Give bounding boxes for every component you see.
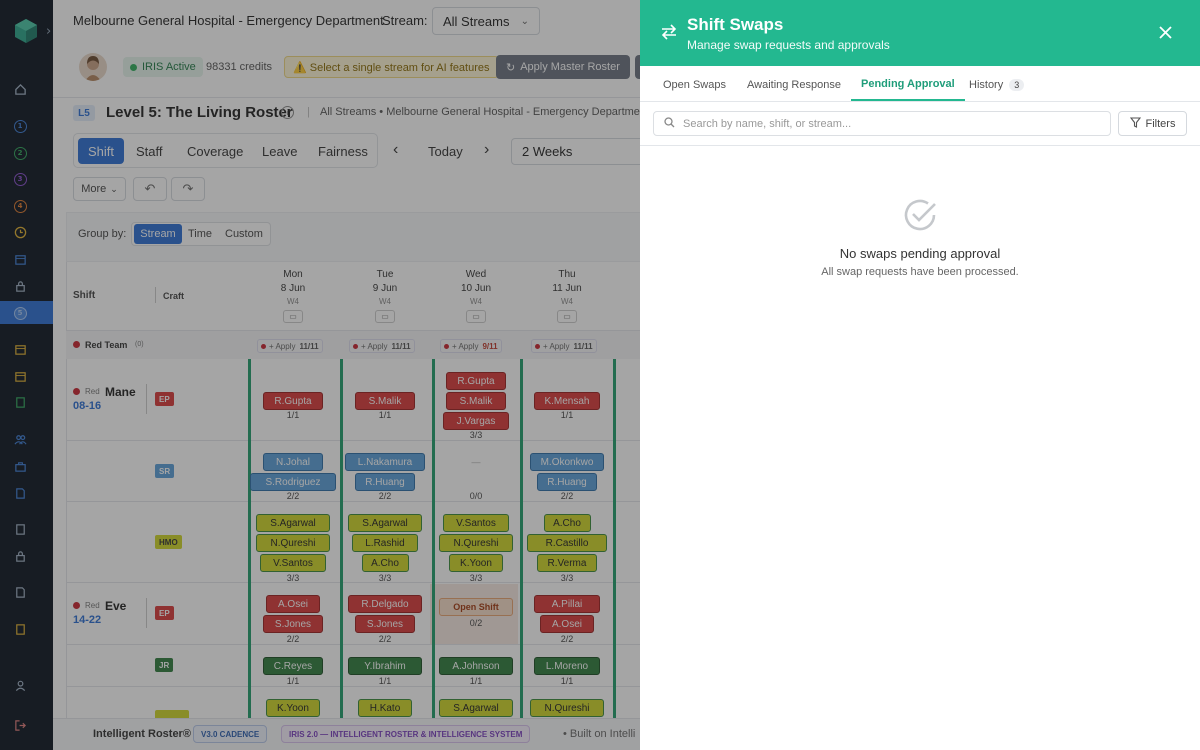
check-circle-icon [901,196,939,237]
swap-arrows-icon [660,23,678,44]
search-placeholder: Search by name, shift, or stream... [683,117,852,130]
tab-history[interactable]: History 3 [969,68,1025,101]
close-icon[interactable] [1159,26,1172,42]
filters-button[interactable]: Filters [1118,111,1187,136]
swap-search-input[interactable]: Search by name, shift, or stream... [653,111,1111,136]
search-icon [664,116,675,131]
empty-state-subtitle: All swap requests have been processed. [821,266,1019,278]
tab-open-swaps[interactable]: Open Swaps [663,68,726,101]
panel-title: Shift Swaps [687,15,784,34]
shift-swaps-panel: Shift Swaps Manage swap requests and app… [640,0,1200,750]
panel-header: Shift Swaps Manage swap requests and app… [640,0,1200,66]
history-count-badge: 3 [1009,78,1025,91]
panel-subtitle: Manage swap requests and approvals [687,38,890,52]
modal-overlay[interactable] [0,0,640,750]
tab-pending-approval[interactable]: Pending Approval [851,68,965,101]
tab-awaiting-response[interactable]: Awaiting Response [747,68,841,101]
filter-icon [1129,116,1141,131]
empty-state-title: No swaps pending approval [839,246,1001,261]
